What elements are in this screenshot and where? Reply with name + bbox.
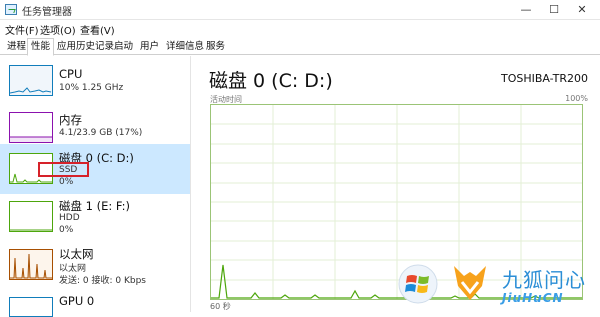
tab-users[interactable]: 用户 <box>136 38 163 55</box>
sidebar-ethernet-throughput: 发送: 0 接收: 0 Kbps <box>59 276 146 286</box>
gpu-thumbnail-graph <box>9 297 53 317</box>
sidebar-item-gpu[interactable]: GPU 0 <box>0 288 190 317</box>
sidebar-disk1-usage: 0% <box>59 225 74 235</box>
page-title: 磁盘 0 (C: D:) <box>209 70 333 92</box>
ethernet-thumbnail-graph <box>9 249 53 280</box>
tab-performance[interactable]: 性能 <box>27 38 55 56</box>
menu-file[interactable]: 文件(F) <box>5 22 39 37</box>
performance-sidebar: CPU 10% 1.25 GHz 内存 4.1/23.9 GB (17%) 磁盘… <box>0 56 191 317</box>
sidebar-item-disk-0[interactable]: 磁盘 0 (C: D:) SSD 0% <box>0 144 190 194</box>
window-title: 任务管理器 <box>22 7 72 18</box>
sidebar-cpu-name: CPU <box>59 67 83 81</box>
maximize-button[interactable]: ☐ <box>540 0 568 20</box>
tab-app-history[interactable]: 应用历史记录 <box>53 38 118 55</box>
sidebar-ethernet-name: 以太网 <box>59 247 94 261</box>
watermark-subtext: JiuHuCN <box>502 291 564 305</box>
disk1-thumbnail-graph <box>9 201 53 232</box>
memory-thumbnail-graph <box>9 112 53 143</box>
sidebar-memory-detail: 4.1/23.9 GB (17%) <box>59 128 143 138</box>
sidebar-cpu-detail: 10% 1.25 GHz <box>59 83 124 93</box>
graph-time-span: 60 秒 <box>210 302 231 311</box>
sidebar-gpu-name: GPU 0 <box>59 294 95 308</box>
fox-logo-icon <box>450 262 490 306</box>
sidebar-disk1-type: HDD <box>59 213 80 223</box>
menu-view[interactable]: 查看(V) <box>80 22 115 37</box>
sidebar-item-disk-1[interactable]: 磁盘 1 (E: F:) HDD 0% <box>0 192 190 242</box>
cpu-thumbnail-graph <box>9 65 53 96</box>
site-watermark: 九狐问心 JiuHuCN <box>398 262 600 312</box>
tab-startup[interactable]: 启动 <box>110 38 137 55</box>
sidebar-memory-name: 内存 <box>59 113 82 127</box>
tab-bar: 进程 性能 应用历史记录 启动 用户 详细信息 服务 <box>0 36 600 56</box>
close-button[interactable]: ✕ <box>568 0 596 20</box>
sidebar-item-cpu[interactable]: CPU 10% 1.25 GHz <box>0 56 190 106</box>
tab-services[interactable]: 服务 <box>202 38 229 55</box>
graph-max-label: 100% <box>565 94 588 103</box>
disk-model: TOSHIBA-TR200 <box>500 72 588 85</box>
sidebar-disk0-usage: 0% <box>59 177 74 187</box>
sidebar-disk1-name: 磁盘 1 (E: F:) <box>59 199 130 213</box>
minimize-button[interactable]: — <box>512 0 540 20</box>
title-bar: 任务管理器 — ☐ ✕ <box>0 0 600 20</box>
ssd-highlight-box <box>38 162 89 177</box>
windows-logo-icon <box>398 264 438 304</box>
tab-processes[interactable]: 进程 <box>3 38 30 55</box>
task-manager-icon <box>5 4 17 15</box>
sidebar-item-ethernet[interactable]: 以太网 以太网 发送: 0 接收: 0 Kbps <box>0 240 190 290</box>
menu-bar: 文件(F) 选项(O) 查看(V) <box>0 20 600 37</box>
menu-options[interactable]: 选项(O) <box>40 22 76 37</box>
watermark-text: 九狐问心 <box>502 268 586 292</box>
